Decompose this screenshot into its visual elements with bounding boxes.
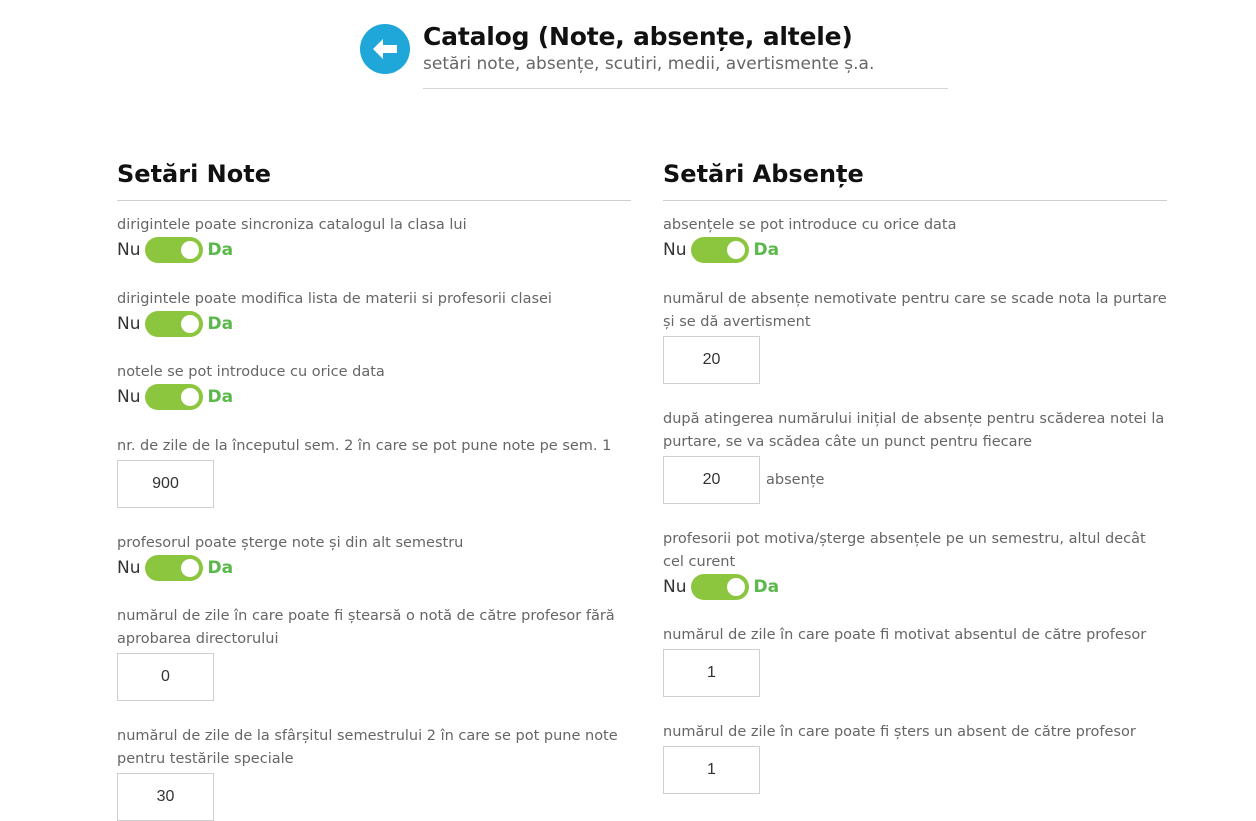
setting-absences-warning-threshold: numărul de absențe nemotivate pentru car… — [663, 288, 1167, 384]
toggle-switch[interactable] — [690, 574, 749, 600]
toggle-off-label: Nu — [117, 314, 141, 334]
toggle-off-label: Nu — [117, 558, 141, 578]
setting-label: numărul de zile în care poate fi motivat… — [663, 627, 1147, 643]
setting-label: profesorul poate șterge note și din alt … — [117, 535, 464, 551]
toggle-switch[interactable] — [144, 237, 203, 263]
setting-absences-any-date: absențele se pot introduce cu orice data… — [663, 214, 1167, 263]
setting-label: notele se pot introduce cu orice data — [117, 364, 385, 380]
input-suffix: absențe — [766, 472, 825, 488]
toggle-on-label: Da — [753, 240, 780, 260]
toggle-switch[interactable] — [144, 311, 203, 337]
setting-days-delete-absence: numărul de zile în care poate fi șters u… — [663, 721, 1167, 794]
section-divider — [663, 200, 1167, 201]
number-input[interactable] — [117, 653, 214, 701]
toggle-switch[interactable] — [690, 237, 749, 263]
setting-label: absențele se pot introduce cu orice data — [663, 217, 957, 233]
setting-label: numărul de zile de la sfârșitul semestru… — [117, 728, 618, 767]
page-subtitle: setări note, absențe, scutiri, medii, av… — [423, 54, 875, 74]
setting-label: profesorii pot motiva/șterge absențele p… — [663, 531, 1146, 570]
setting-label: după atingerea numărului inițial de abse… — [663, 411, 1165, 450]
toggle-off-label: Nu — [663, 577, 687, 597]
setting-label: nr. de zile de la începutul sem. 2 în ca… — [117, 438, 612, 454]
toggle-knob — [180, 241, 199, 259]
toggle-on-label: Da — [207, 314, 234, 334]
note-settings-section: Setări Note dirigintele poate sincroniza… — [117, 160, 631, 821]
header-divider — [423, 88, 948, 89]
page-title: Catalog (Note, absențe, altele) — [423, 22, 853, 51]
number-input[interactable] — [117, 773, 214, 821]
absence-settings-section: Setări Absențe absențele se pot introduc… — [663, 160, 1167, 794]
setting-grades-any-date: notele se pot introduce cu orice data Nu… — [117, 361, 631, 410]
setting-motivate-other-semester: profesorii pot motiva/șterge absențele p… — [663, 528, 1167, 600]
setting-label: dirigintele poate modifica lista de mate… — [117, 291, 552, 307]
number-input[interactable] — [663, 649, 760, 697]
toggle-switch[interactable] — [144, 384, 203, 410]
page-header: Catalog (Note, absențe, altele) setări n… — [360, 22, 950, 90]
number-input[interactable] — [663, 336, 760, 384]
arrow-left-icon — [373, 39, 397, 59]
toggle-knob — [726, 241, 745, 259]
number-input[interactable] — [663, 746, 760, 794]
toggle-on-label: Da — [207, 558, 234, 578]
setting-label: dirigintele poate sincroniza catalogul l… — [117, 217, 467, 233]
setting-label: numărul de zile în care poate fi șters u… — [663, 724, 1136, 740]
setting-days-special-tests: numărul de zile de la sfârșitul semestru… — [117, 725, 631, 821]
setting-days-motivate-absence: numărul de zile în care poate fi motivat… — [663, 624, 1167, 697]
toggle-knob — [180, 315, 199, 333]
toggle-knob — [726, 578, 745, 596]
toggle-knob — [180, 388, 199, 406]
toggle-knob — [180, 559, 199, 577]
toggle-off-label: Nu — [117, 387, 141, 407]
setting-delete-other-semester: profesorul poate șterge note și din alt … — [117, 532, 631, 581]
setting-days-delete-grade: numărul de zile în care poate fi ștearsă… — [117, 605, 631, 701]
toggle-off-label: Nu — [663, 240, 687, 260]
setting-days-sem2-grades: nr. de zile de la începutul sem. 2 în ca… — [117, 435, 631, 508]
setting-label: numărul de absențe nemotivate pentru car… — [663, 291, 1167, 330]
toggle-on-label: Da — [753, 577, 780, 597]
setting-modify-subjects: dirigintele poate modifica lista de mate… — [117, 288, 631, 337]
number-input[interactable] — [663, 456, 760, 504]
toggle-off-label: Nu — [117, 240, 141, 260]
toggle-on-label: Da — [207, 240, 234, 260]
number-input[interactable] — [117, 460, 214, 508]
absence-settings-title: Setări Absențe — [663, 160, 864, 188]
setting-label: numărul de zile în care poate fi ștearsă… — [117, 608, 615, 647]
section-divider — [117, 200, 631, 201]
note-settings-title: Setări Note — [117, 160, 271, 188]
toggle-on-label: Da — [207, 387, 234, 407]
back-button[interactable] — [360, 24, 410, 74]
setting-sync-catalog: dirigintele poate sincroniza catalogul l… — [117, 214, 631, 263]
setting-absences-per-point: după atingerea numărului inițial de abse… — [663, 408, 1167, 504]
toggle-switch[interactable] — [144, 555, 203, 581]
